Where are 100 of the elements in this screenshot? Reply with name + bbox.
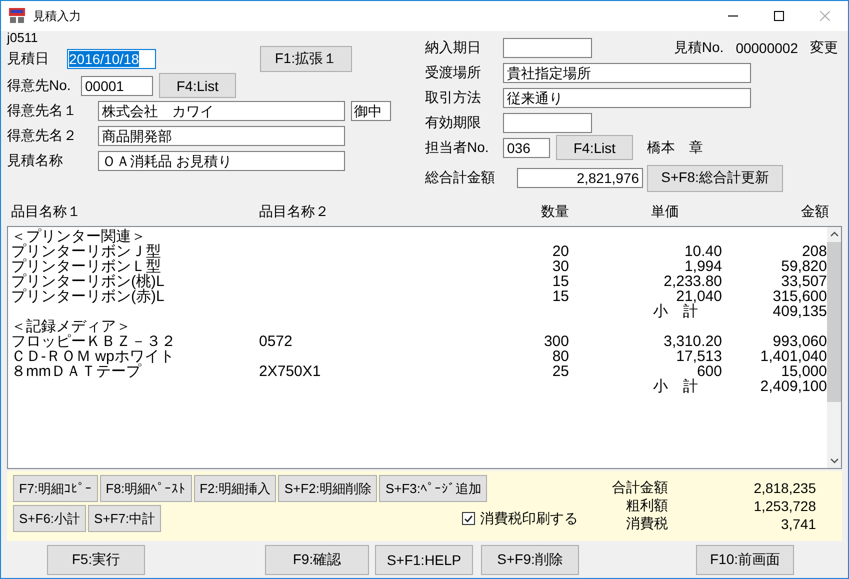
detail-button[interactable]: F7:明細ｺﾋﾟｰ	[13, 475, 98, 502]
checkbox-label: 消費税印刷する	[480, 510, 578, 528]
scroll-down-icon[interactable]	[830, 458, 838, 464]
quantity-cell-text: 25	[551, 364, 569, 379]
customer-name-field[interactable]: 商品開発部	[98, 126, 345, 146]
column-header: 品目名称２	[259, 203, 330, 221]
quantity-cell-text: 20	[551, 244, 569, 259]
unit-price-cell-text: 2,233.80	[662, 274, 722, 289]
customer-no-field[interactable]: 00001	[81, 76, 153, 96]
form-id: j0511	[7, 31, 39, 45]
item-name: プリンターリボンＪ型	[11, 244, 162, 259]
item-name: ８mmＤＡＴテープ	[11, 364, 142, 379]
subtotal-label: 小 計	[652, 379, 699, 394]
staff-name: 橋本 章	[647, 138, 703, 156]
quantity-cell-text: 15	[551, 274, 569, 289]
total-label: 粗利額	[625, 497, 668, 515]
field-label: 有効期限	[425, 114, 482, 132]
unit-price-cell-text: 3,310.20	[662, 334, 722, 349]
unit-price-cell-text: 17,513	[675, 349, 722, 364]
subtotal-button[interactable]: S+F6:小計	[13, 505, 86, 532]
field-label: 得意先No.	[7, 76, 72, 94]
payment-method-field[interactable]: 従来通り	[503, 88, 751, 108]
estimate-no: 00000002	[736, 40, 798, 56]
window-title: 見積入力	[33, 8, 81, 24]
item-list[interactable]	[7, 226, 842, 469]
unit-price-cell-text: 10.40	[683, 244, 722, 259]
amount-cell-text: 33,507	[780, 274, 827, 289]
quantity-cell-text: 80	[551, 349, 569, 364]
quantity-cell-text: 15	[551, 289, 569, 304]
field-label: 得意先名１	[7, 102, 78, 120]
scrollbar[interactable]	[827, 227, 841, 468]
total-value: 1,253,728	[752, 498, 817, 514]
item-name: プリンターリボンＬ型	[11, 259, 162, 274]
checkbox[interactable]	[462, 512, 475, 525]
amount-cell-text: 208	[800, 244, 827, 259]
detail-button[interactable]: F8:明細ﾍﾟｰｽﾄ	[100, 475, 192, 502]
function-button[interactable]: S+F1:HELP	[375, 545, 473, 575]
subtotal-amount: 2,409,100	[759, 379, 827, 394]
column-header: 品目名称１	[11, 203, 82, 221]
total-label: 合計金額	[611, 479, 668, 497]
item-name: 2X750X1	[259, 363, 321, 380]
app-logo-icon	[9, 8, 25, 24]
item-name: 0572	[259, 333, 292, 350]
field-label: 見積名称	[7, 152, 64, 170]
subtotal-button[interactable]: S+F7:中計	[88, 505, 162, 532]
mode-label: 変更	[810, 38, 838, 56]
amount-cell-text: 1,401,040	[759, 349, 827, 364]
column-header: 単価	[650, 203, 679, 221]
delivery-place-field[interactable]: 貴社指定場所	[503, 62, 751, 82]
expand-button[interactable]: F1:拡張１	[260, 46, 352, 72]
field-label: 得意先名２	[7, 126, 78, 144]
estimate-name-field[interactable]: ＯＡ消耗品 お見積り	[98, 150, 345, 170]
field-label: 取引方法	[425, 88, 482, 106]
customer-name-field[interactable]: 株式会社 カワイ	[98, 100, 345, 120]
unit-price-cell-text: 21,040	[675, 289, 722, 304]
list-button[interactable]: F4:List	[159, 73, 236, 98]
total-value: 2,818,235	[752, 480, 817, 496]
subtotal-label: 小 計	[652, 304, 699, 319]
item-name: プリンターリボン(桃)L	[11, 274, 166, 289]
staff-no-field[interactable]: 036	[503, 138, 550, 158]
amount-cell-text: 315,600	[772, 289, 827, 304]
maximize-icon[interactable]	[774, 11, 784, 21]
function-button[interactable]: F9:確認	[265, 545, 369, 575]
item-name: ＣＤ-ＲＯＭ wpホワイト	[11, 349, 176, 364]
unit-price-cell-text: 1,994	[683, 259, 722, 274]
total-value: 3,741	[780, 516, 817, 532]
function-button[interactable]: S+F9:削除	[481, 545, 579, 575]
quantity-cell-text: 300	[542, 334, 569, 349]
field-label: 総合計金額	[425, 169, 496, 187]
grand-total-field[interactable]: 2,821,976	[517, 168, 643, 188]
amount-cell-text: 15,000	[780, 364, 827, 379]
estimate-no-label: 見積No.	[674, 38, 724, 56]
amount-cell-text: 993,060	[772, 334, 827, 349]
field-label: 受渡場所	[425, 64, 482, 82]
unit-price-cell-text: 600	[696, 364, 722, 379]
update-total-button[interactable]: S+F8:総合計更新	[647, 164, 783, 192]
date-field[interactable]	[503, 38, 592, 58]
detail-button[interactable]: F2:明細挿入	[194, 475, 276, 502]
column-header: 数量	[540, 203, 569, 221]
function-button[interactable]: F10:前画面	[696, 545, 794, 575]
item-name: フロッピーＫＢＺ－３２	[11, 334, 177, 349]
scroll-up-icon[interactable]	[830, 231, 838, 237]
group-heading: ＜プリンター関連＞	[11, 229, 146, 244]
detail-button[interactable]: S+F3:ﾍﾟｰｼﾞ追加	[379, 475, 488, 502]
column-header: 金額	[800, 203, 829, 221]
field-label: 担当者No.	[425, 138, 490, 156]
subtotal-amount: 409,135	[772, 304, 827, 319]
field-label: 見積日	[7, 50, 50, 68]
quantity-cell-text: 30	[551, 259, 569, 274]
date-field[interactable]: 2016/10/18	[67, 49, 156, 69]
date-field[interactable]	[503, 112, 592, 132]
list-button[interactable]: F4:List	[556, 135, 633, 160]
honorific-field[interactable]: 御中	[351, 100, 391, 120]
function-button[interactable]: F5:実行	[47, 545, 145, 575]
group-heading: ＜記録メディア＞	[11, 319, 131, 334]
total-label: 消費税	[625, 515, 668, 533]
field-label: 納入期日	[425, 38, 482, 56]
amount-cell-text: 59,820	[780, 259, 827, 274]
item-name: プリンターリボン(赤)L	[11, 289, 166, 304]
detail-button[interactable]: S+F2:明細削除	[278, 475, 378, 502]
